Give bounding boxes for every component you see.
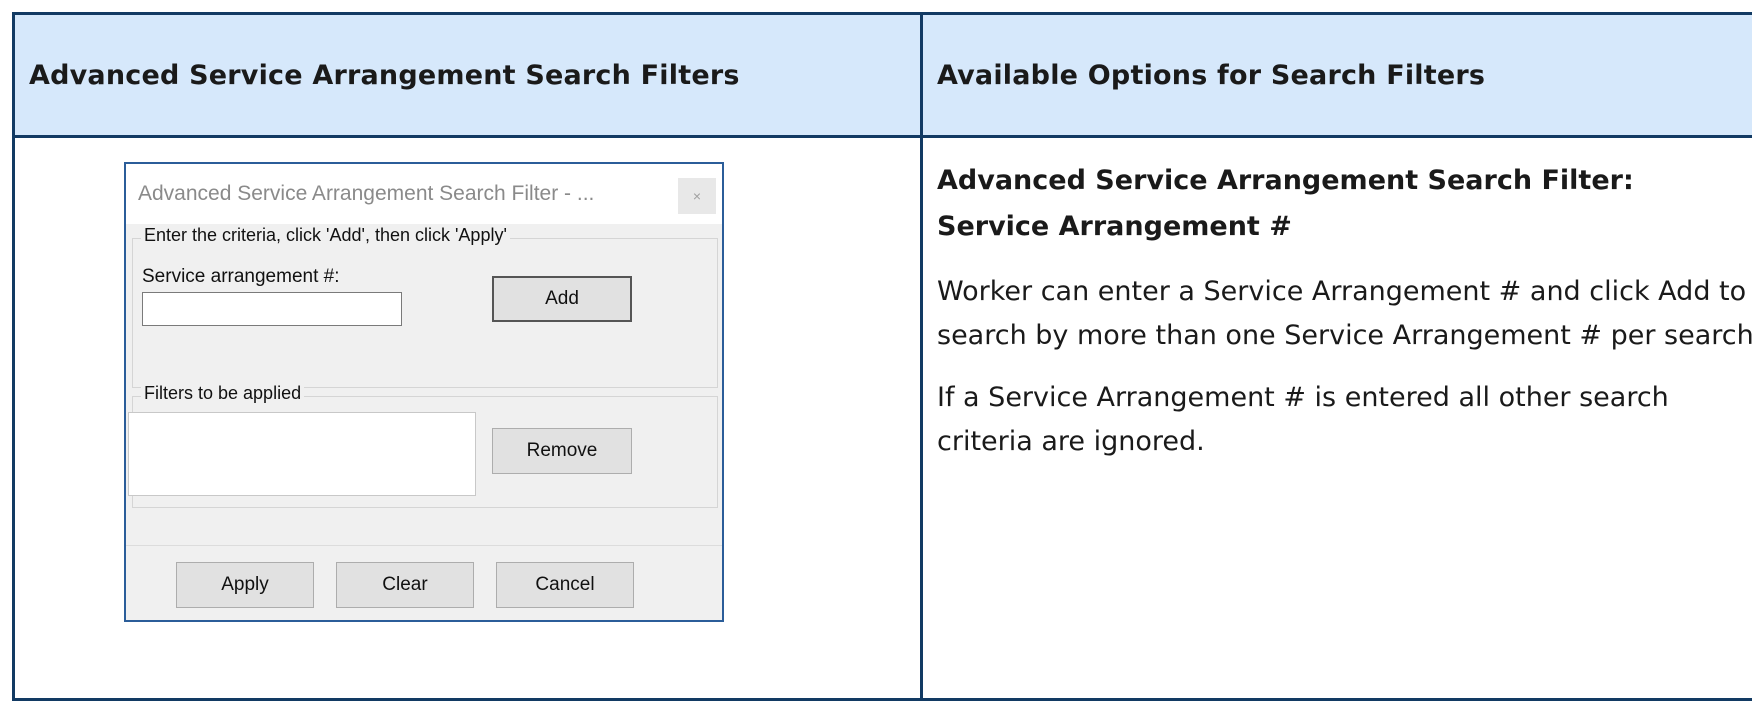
dialog-titlebar: Advanced Service Arrangement Search Filt… (126, 164, 722, 224)
filters-group-label: Filters to be applied (141, 383, 304, 404)
options-title: Advanced Service Arrangement Search Filt… (937, 158, 1752, 250)
options-paragraph-1: Worker can enter a Service Arrangement #… (937, 270, 1752, 358)
cancel-button[interactable]: Cancel (496, 562, 634, 608)
add-button[interactable]: Add (492, 276, 632, 322)
header-cell-right: Available Options for Search Filters (922, 14, 1752, 137)
filters-listbox[interactable] (128, 412, 476, 496)
header-cell-left: Advanced Service Arrangement Search Filt… (14, 14, 922, 137)
header-row: Advanced Service Arrangement Search Filt… (14, 14, 1752, 137)
advanced-search-dialog: Advanced Service Arrangement Search Filt… (124, 162, 724, 622)
apply-button[interactable]: Apply (176, 562, 314, 608)
options-cell: Advanced Service Arrangement Search Filt… (922, 137, 1752, 700)
criteria-group-label: Enter the criteria, click 'Add', then cl… (141, 225, 510, 246)
options-title-line2: Service Arrangement # (937, 211, 1292, 242)
header-left-text: Advanced Service Arrangement Search Filt… (15, 60, 920, 91)
options-title-line1: Advanced Service Arrangement Search Filt… (937, 165, 1634, 196)
close-icon[interactable]: × (678, 178, 716, 214)
header-right-text: Available Options for Search Filters (923, 60, 1752, 91)
dialog-title: Advanced Service Arrangement Search Filt… (138, 182, 594, 206)
service-arrangement-label: Service arrangement #: (142, 266, 340, 288)
service-arrangement-input[interactable] (142, 292, 402, 326)
options-paragraph-2: If a Service Arrangement # is entered al… (937, 376, 1752, 464)
clear-button[interactable]: Clear (336, 562, 474, 608)
remove-button[interactable]: Remove (492, 428, 632, 474)
dialog-footer: Apply Clear Cancel (126, 545, 722, 620)
